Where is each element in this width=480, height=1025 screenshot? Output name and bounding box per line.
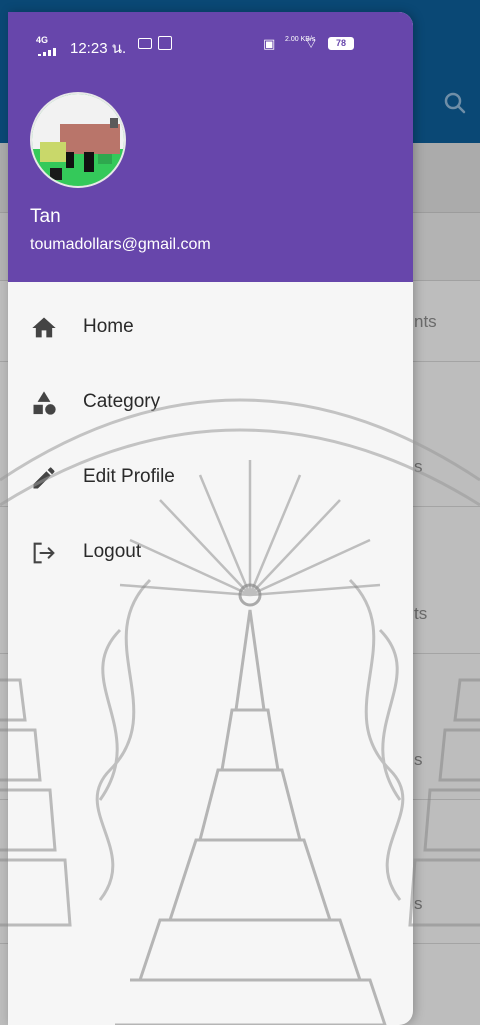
menu-item-home[interactable]: Home	[8, 294, 413, 364]
menu-item-label: Category	[83, 391, 161, 412]
user-name: Tan	[30, 206, 61, 227]
signal-icon	[38, 48, 56, 56]
message-icon	[138, 38, 152, 49]
drawer-header: 4G 12:23 น. ▣ 2.00 KB/s ⌔ 78 Tan toumado…	[8, 12, 413, 282]
vibrate-icon: ▣	[263, 36, 276, 51]
menu-item-label: Home	[83, 316, 134, 337]
menu-item-label: Logout	[83, 541, 142, 562]
navigation-drawer: 4G 12:23 น. ▣ 2.00 KB/s ⌔ 78 Tan toumado…	[8, 12, 413, 1025]
category-icon	[33, 391, 56, 415]
menu-item-label: Edit Profile	[83, 466, 175, 487]
network-type: 4G	[36, 35, 49, 45]
edit-icon	[33, 467, 55, 489]
user-email: toumadollars@gmail.com	[30, 236, 211, 253]
menu-item-logout[interactable]: Logout	[8, 519, 413, 589]
wifi-icon: ⌔	[304, 35, 319, 52]
status-bar: 4G 12:23 น. ▣ 2.00 KB/s ⌔ 78	[8, 12, 413, 72]
battery-icon: 78	[328, 37, 354, 50]
avatar-image	[32, 94, 124, 186]
menu-item-category[interactable]: Category	[8, 369, 413, 439]
menu-item-edit-profile[interactable]: Edit Profile	[8, 444, 413, 514]
clock: 12:23 น.	[70, 40, 127, 57]
logout-icon	[33, 542, 55, 564]
avatar[interactable]	[30, 92, 126, 188]
home-icon	[32, 317, 56, 338]
mail-icon	[158, 36, 172, 50]
